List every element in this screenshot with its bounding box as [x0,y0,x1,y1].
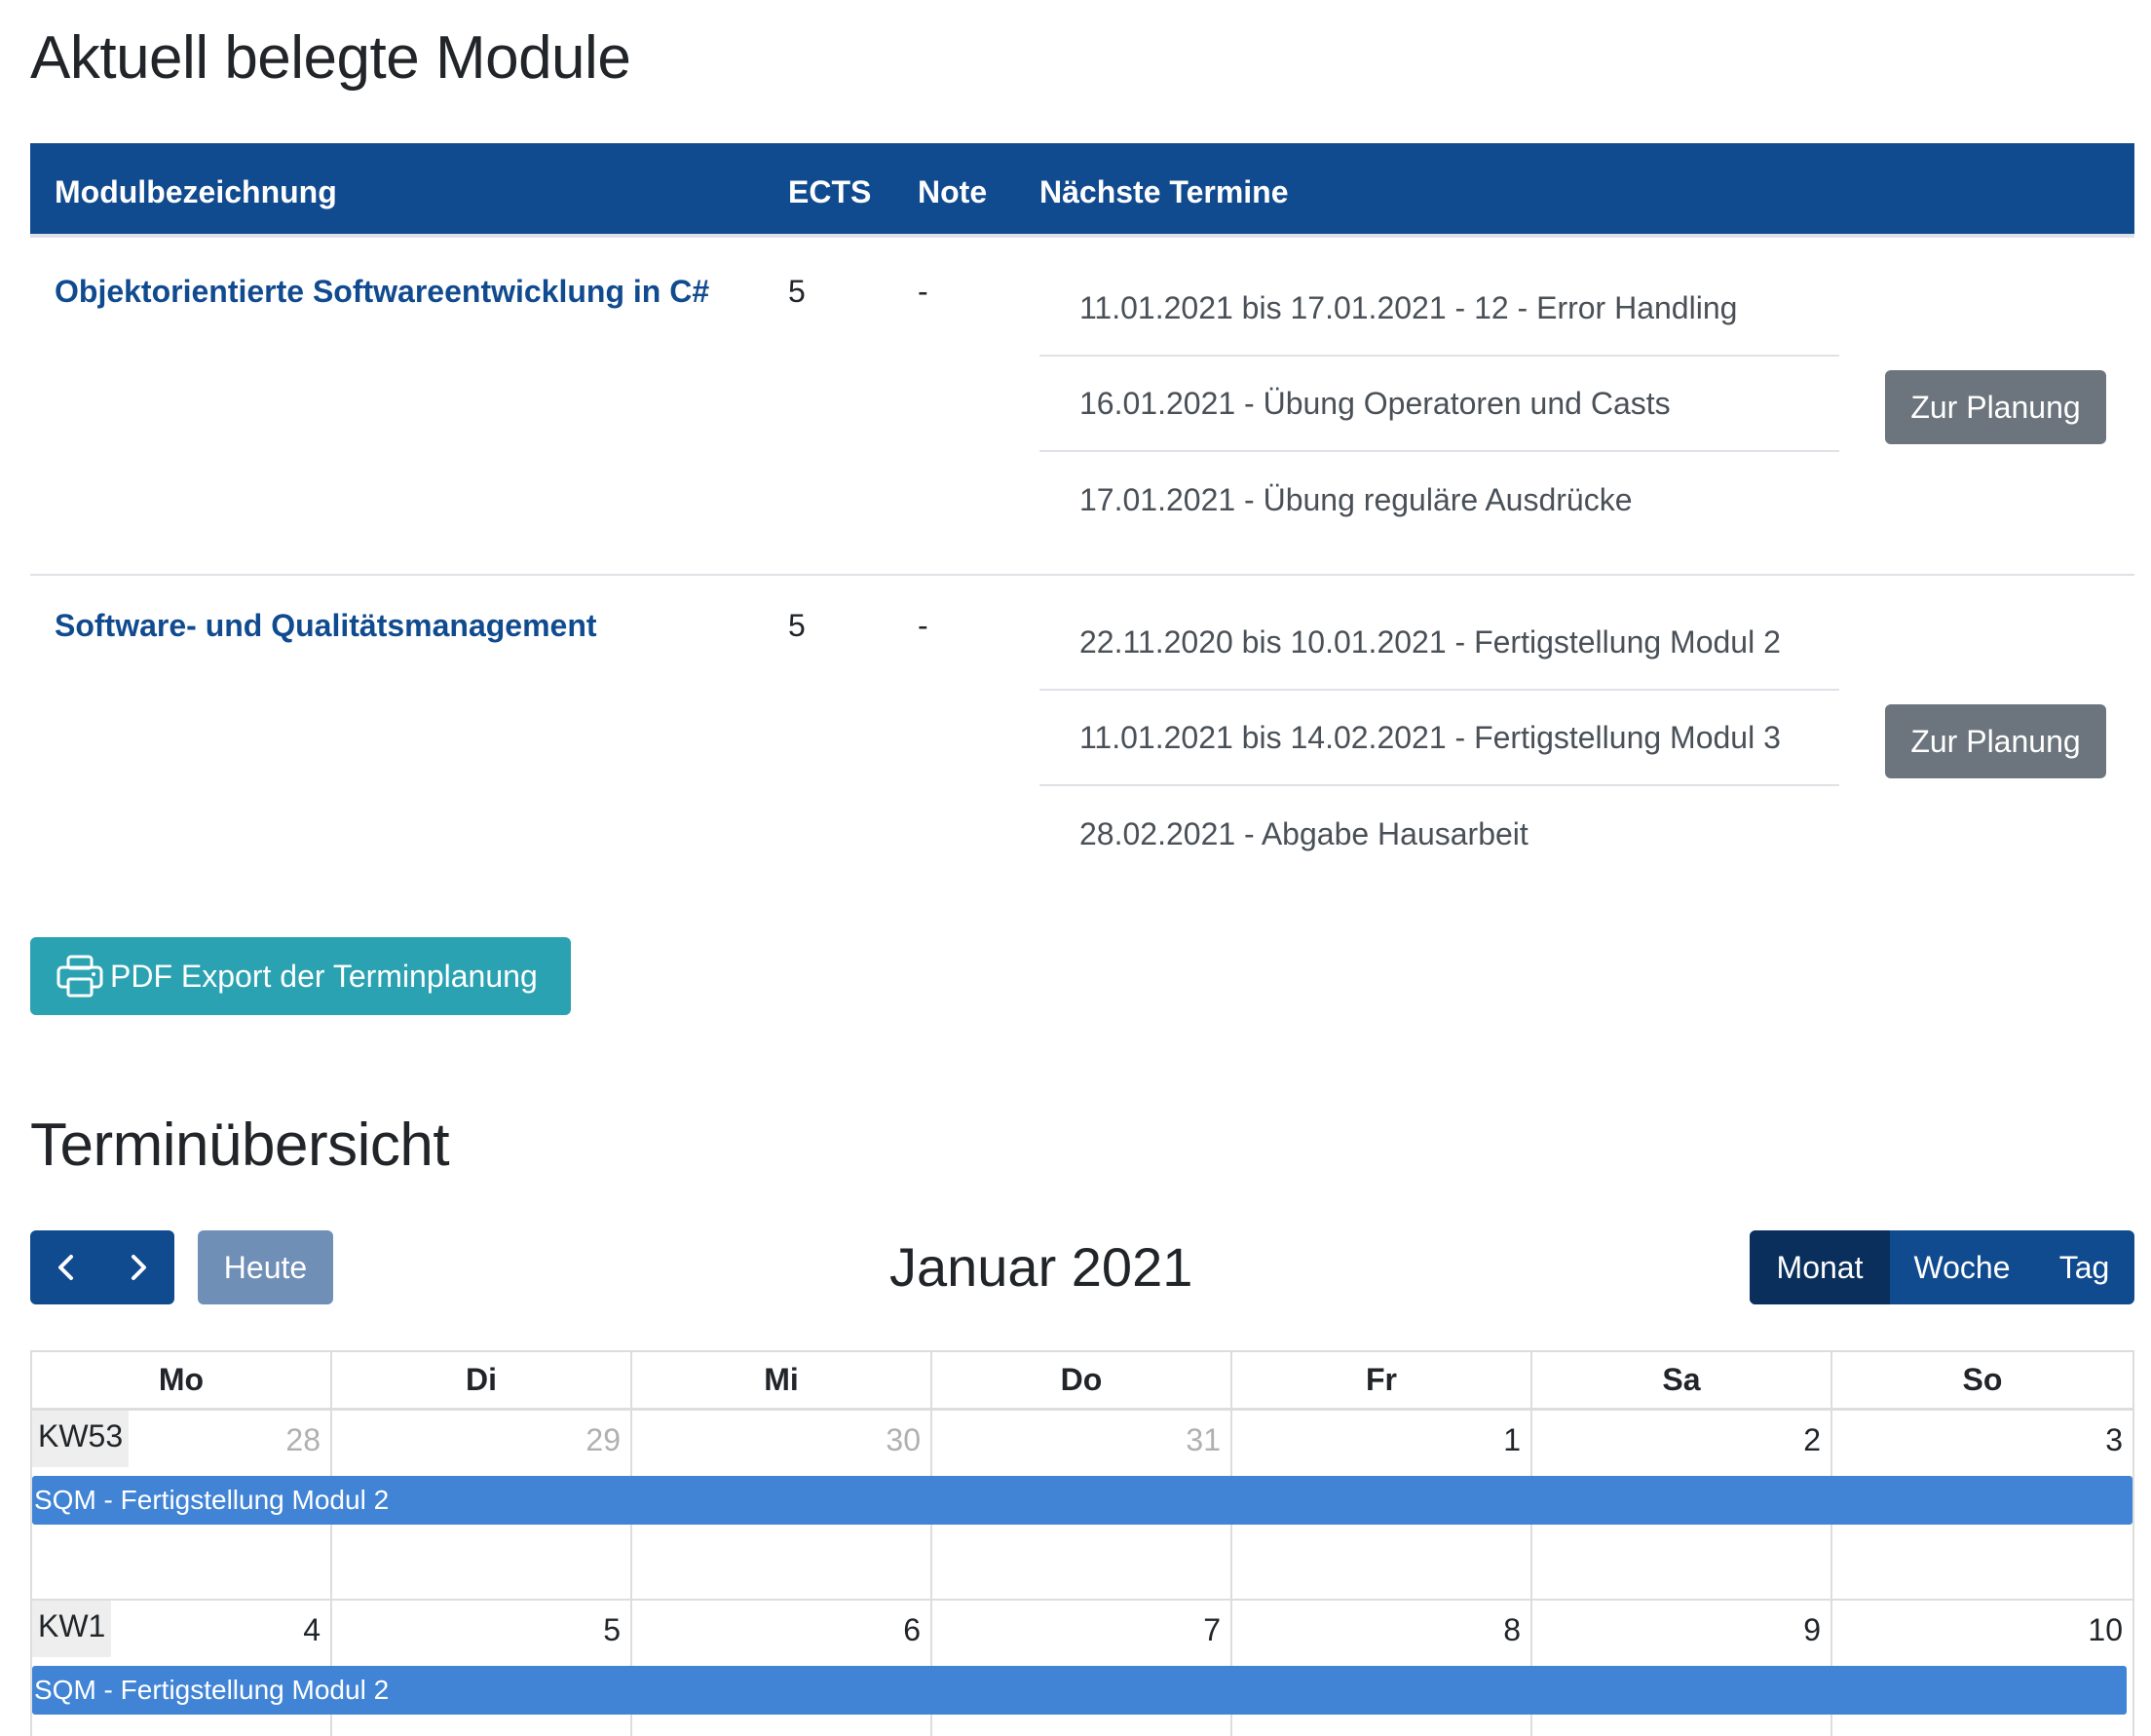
day-number[interactable]: 7 [1203,1612,1221,1648]
zur-planung-button[interactable]: Zur Planung [1885,370,2106,444]
table-row: Software- und Qualitätsmanagement 5 - 22… [30,576,2134,912]
calendar-event[interactable]: SQM - Fertigstellung Modul 2 [32,1476,2132,1525]
weekday-label: Di [332,1352,632,1408]
week-number: KW1 [32,1601,112,1657]
term-item: 16.01.2021 - Übung Operatoren und Casts [1039,357,1839,452]
weekday-label: Do [932,1352,1232,1408]
weekday-label: Mi [632,1352,932,1408]
view-day-button[interactable]: Tag [2034,1230,2134,1304]
module-ects: 5 [788,274,806,309]
calendar-heading: Terminübersicht [30,1112,450,1179]
view-week-button[interactable]: Woche [1890,1230,2034,1304]
view-month-button[interactable]: Monat [1750,1230,1890,1304]
chevron-right-icon [132,1255,146,1280]
term-item: 22.11.2020 bis 10.01.2021 - Fertigstellu… [1039,595,1839,691]
term-item: 17.01.2021 - Übung reguläre Ausdrücke [1079,481,1633,517]
calendar-month-title: Januar 2021 [889,1236,1193,1298]
weekday-label: So [1962,1362,2003,1397]
modules-heading: Aktuell belegte Module [30,24,631,92]
month-calendar: Mo Di Mi Do Fr Sa So 28 29 30 31 1 2 3 K… [30,1350,2134,1736]
prev-month-button[interactable] [30,1230,102,1304]
term-item: 11.01.2021 bis 14.02.2021 - Fertigstellu… [1039,691,1839,786]
calendar-nav-group [30,1230,174,1304]
module-link-oop-csharp[interactable]: Objektorientierte Softwareentwicklung in… [55,274,709,310]
module-ects: 5 [788,608,806,643]
day-number[interactable]: 3 [2105,1422,2123,1458]
pdf-export-label: PDF Export der Terminplanung [110,958,538,994]
term-item: 11.01.2021 bis 17.01.2021 - 12 - Error H… [1039,261,1839,357]
term-list: 11.01.2021 bis 17.01.2021 - 12 - Error H… [1039,261,1839,547]
day-number[interactable]: 10 [2088,1612,2123,1648]
weekday-header: Mo Di Mi Do Fr Sa So [32,1352,2132,1411]
col-note: Note [918,174,988,209]
col-naechste-termine: Nächste Termine [1039,174,1289,209]
calendar-event[interactable]: SQM - Fertigstellung Modul 2 [32,1666,2127,1715]
weekday-label: Sa [1532,1352,1832,1408]
day-number[interactable]: 30 [886,1422,921,1458]
table-row: Objektorientierte Softwareentwicklung in… [30,242,2134,576]
chevron-left-icon [58,1255,73,1280]
modules-table: Modulbezeichnung ECTS Note Nächste Termi… [30,143,2134,851]
zur-planung-button[interactable]: Zur Planung [1885,704,2106,778]
calendar-week: 4 5 6 7 8 9 10 KW1 SQM - Fertigstellung … [32,1601,2132,1736]
day-number[interactable]: 31 [1186,1422,1221,1458]
week-number: KW53 [32,1411,130,1467]
day-number[interactable]: 1 [1503,1422,1521,1458]
term-list: 22.11.2020 bis 10.01.2021 - Fertigstellu… [1039,595,1839,882]
day-number[interactable]: 28 [285,1422,321,1458]
day-number[interactable]: 9 [1803,1612,1821,1648]
day-number[interactable]: 5 [603,1612,621,1648]
pdf-export-button[interactable]: PDF Export der Terminplanung [30,937,571,1015]
module-note: - [918,608,928,643]
day-number[interactable]: 2 [1803,1422,1821,1458]
today-button[interactable]: Heute [198,1230,333,1304]
module-link-sqm[interactable]: Software- und Qualitätsmanagement [55,608,597,644]
calendar-week: 28 29 30 31 1 2 3 KW53 SQM - Fertigstell… [32,1411,2132,1601]
next-month-button[interactable] [102,1230,174,1304]
module-note: - [918,274,928,309]
col-ects: ECTS [788,174,872,209]
modules-table-header: Modulbezeichnung ECTS Note Nächste Termi… [30,143,2134,238]
view-switcher: Monat Woche Tag [1750,1230,2134,1304]
printer-icon [57,955,103,998]
day-number[interactable]: 8 [1503,1612,1521,1648]
term-item: 28.02.2021 - Abgabe Hausarbeit [1079,815,1528,851]
day-number[interactable]: 4 [303,1612,321,1648]
weekday-label: Fr [1232,1352,1532,1408]
weekday-label: Mo [32,1352,332,1408]
col-modulbezeichnung: Modulbezeichnung [55,174,337,209]
day-number[interactable]: 6 [903,1612,921,1648]
day-number[interactable]: 29 [585,1422,621,1458]
